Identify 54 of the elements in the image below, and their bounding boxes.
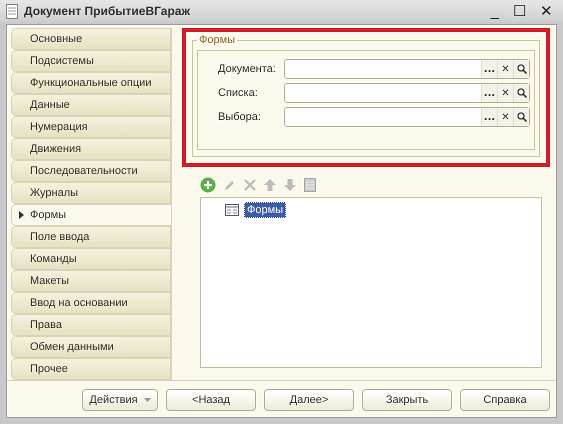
tab[interactable]: Команды (11, 248, 171, 270)
tab[interactable]: Макеты (11, 270, 171, 292)
dialog-button[interactable]: Закрыть (362, 389, 452, 411)
search-icon (516, 64, 526, 74)
tab[interactable]: Движения (11, 138, 171, 160)
delete-icon[interactable] (244, 179, 256, 191)
clear-button[interactable]: ✕ (497, 108, 513, 126)
tab[interactable]: Поле ввода (11, 226, 171, 248)
minimize-button[interactable]: _ (486, 2, 503, 20)
dialog-button[interactable]: <Назад (166, 389, 256, 411)
tab[interactable]: Последовательности (11, 160, 171, 182)
up-arrow-icon[interactable] (264, 179, 276, 191)
field-label: Документа: (218, 63, 277, 75)
list-icon[interactable] (304, 178, 316, 192)
tab[interactable]: Подсистемы (11, 50, 171, 72)
tab[interactable]: Журналы (11, 182, 171, 204)
input-field[interactable]: ... ✕ (284, 83, 530, 103)
search-button[interactable] (513, 108, 529, 126)
tab[interactable]: Ввод на основании (11, 292, 171, 314)
tab[interactable]: Основные (11, 28, 171, 50)
tab[interactable]: Прочее (11, 358, 171, 380)
tab[interactable]: Нумерация (11, 116, 171, 138)
dialog-button[interactable]: Справка (460, 389, 550, 411)
choose-button[interactable]: ... (481, 60, 497, 78)
tab[interactable]: Права (11, 314, 171, 336)
clear-button[interactable]: ✕ (497, 84, 513, 102)
search-button[interactable] (513, 84, 529, 102)
dialog-button[interactable]: Далее> (264, 389, 354, 411)
caret-icon (144, 398, 151, 402)
add-icon[interactable] (200, 177, 216, 193)
clear-button[interactable]: ✕ (497, 60, 513, 78)
choose-button[interactable]: ... (481, 108, 497, 126)
document-icon (6, 4, 18, 18)
window-title: Документ ПрибытиеВГараж (24, 4, 191, 18)
input-field[interactable]: ... ✕ (284, 107, 530, 127)
close-button[interactable]: ✕ (536, 2, 557, 20)
tree-item[interactable]: Формы (244, 202, 286, 218)
tab[interactable]: Данные (11, 94, 171, 116)
search-icon (516, 88, 526, 98)
search-icon (516, 112, 526, 122)
maximize-button[interactable]: ☐ (509, 2, 530, 20)
form-icon (225, 204, 239, 216)
search-button[interactable] (513, 60, 529, 78)
tab[interactable]: Обмен данными (11, 336, 171, 358)
tab[interactable]: Функциональные опции (11, 72, 171, 94)
group-title: Формы (198, 34, 236, 46)
pencil-icon[interactable] (224, 179, 236, 191)
down-arrow-icon[interactable] (284, 179, 296, 191)
input-field[interactable]: ... ✕ (284, 59, 530, 79)
field-label: Выбора: (218, 111, 262, 123)
tab[interactable]: Формы (11, 204, 171, 226)
choose-button[interactable]: ... (481, 84, 497, 102)
field-label: Списка: (218, 87, 259, 99)
dialog-button[interactable]: Действия (82, 389, 158, 411)
